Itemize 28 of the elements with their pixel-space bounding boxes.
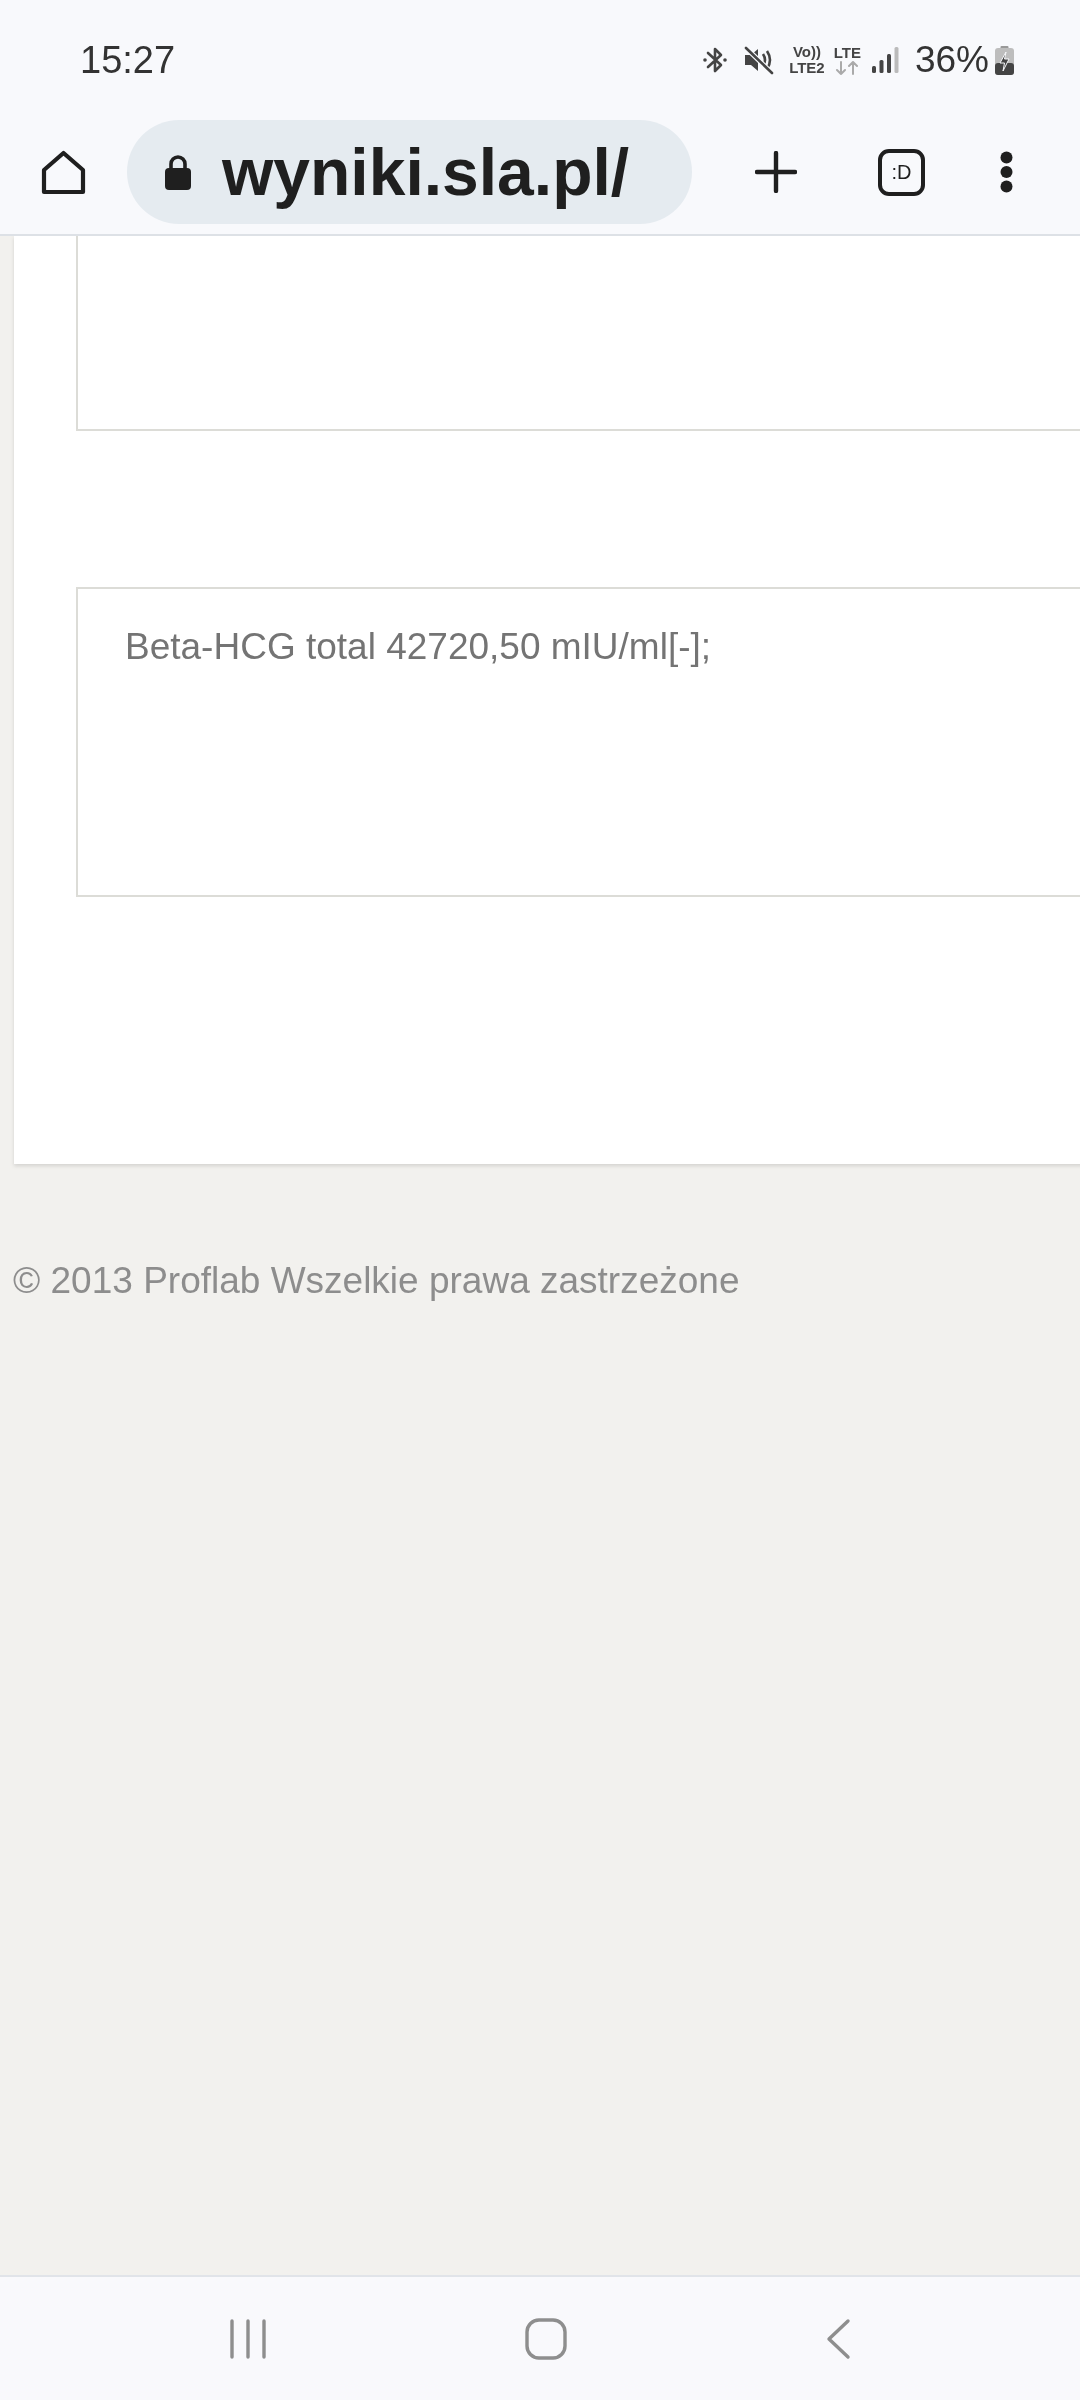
clock-time: 15:27 <box>80 38 176 82</box>
home-icon <box>40 148 87 196</box>
copyright-text: © 2013 Proflab Wszelkie prawa zastrzeżone <box>13 1259 740 1303</box>
home-button[interactable] <box>40 148 87 196</box>
muted-speaker-icon <box>743 45 776 75</box>
url-text: wyniki.sla.pl/ <box>222 134 630 211</box>
address-bar[interactable]: wyniki.sla.pl/ <box>127 120 692 224</box>
menu-button[interactable] <box>1000 151 1013 193</box>
battery-percentage: 36% <box>914 38 989 82</box>
plus-icon <box>755 151 797 193</box>
volte-label: LTE2 <box>789 60 825 76</box>
lock-icon <box>163 154 193 190</box>
home-nav-button[interactable] <box>525 2317 567 2360</box>
new-tab-button[interactable] <box>755 151 797 193</box>
signal-bars-icon <box>871 47 899 73</box>
back-button[interactable] <box>825 2317 851 2360</box>
result-text: Beta-HCG total 42720,50 mIU/ml[-]; <box>125 626 712 667</box>
menu-icon <box>1000 151 1013 193</box>
network-type-label: LTE <box>833 45 861 61</box>
data-arrows-icon <box>834 61 861 75</box>
recent-apps-button[interactable] <box>229 2317 267 2360</box>
charging-battery-icon <box>995 45 1014 75</box>
volte-label: Vo)) <box>792 44 821 60</box>
home-square-icon <box>525 2317 567 2360</box>
back-icon <box>825 2317 851 2360</box>
bluetooth-icon <box>703 45 728 75</box>
recents-icon <box>229 2317 267 2360</box>
tab-switcher-button[interactable]: :D <box>878 148 925 196</box>
